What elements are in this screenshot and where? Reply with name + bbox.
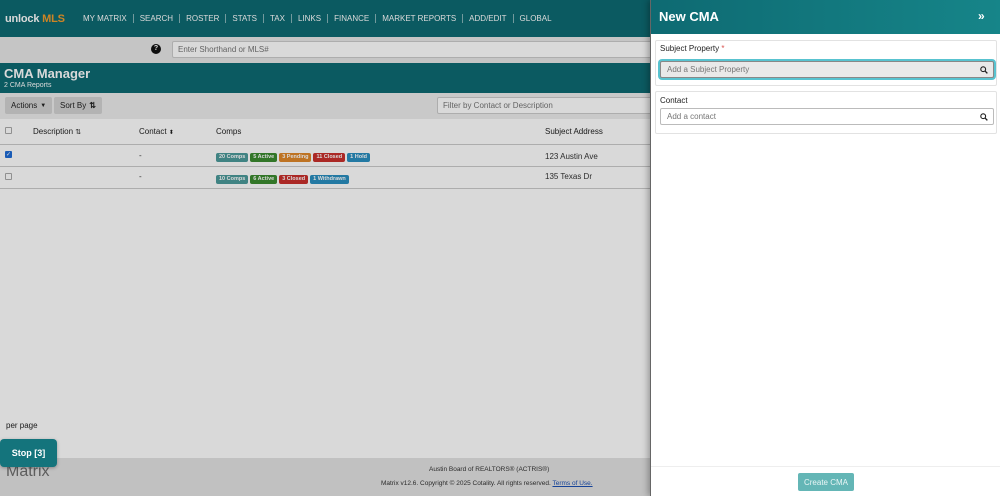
subject-property-input[interactable] [667, 65, 967, 74]
create-cma-button[interactable]: Create CMA [798, 473, 854, 491]
search-icon[interactable] [980, 113, 988, 121]
panel-footer-divider [651, 466, 1000, 467]
panel-title: New CMA [659, 9, 719, 24]
contact-section: Contact [655, 91, 997, 134]
contact-label: Contact [660, 96, 688, 105]
subject-property-section: Subject Property * [655, 40, 997, 86]
required-marker: * [721, 44, 725, 53]
stop-button[interactable]: Stop [3] [0, 439, 57, 467]
new-cma-panel: New CMA » Subject Property * Contact Cre… [650, 0, 1000, 496]
subject-property-field[interactable] [660, 61, 994, 78]
search-icon[interactable] [980, 66, 988, 74]
contact-input[interactable] [667, 112, 967, 121]
panel-header: New CMA » [651, 0, 1000, 34]
collapse-panel-icon[interactable]: » [978, 9, 985, 23]
contact-field[interactable] [660, 108, 994, 125]
subject-property-label: Subject Property * [660, 44, 725, 53]
